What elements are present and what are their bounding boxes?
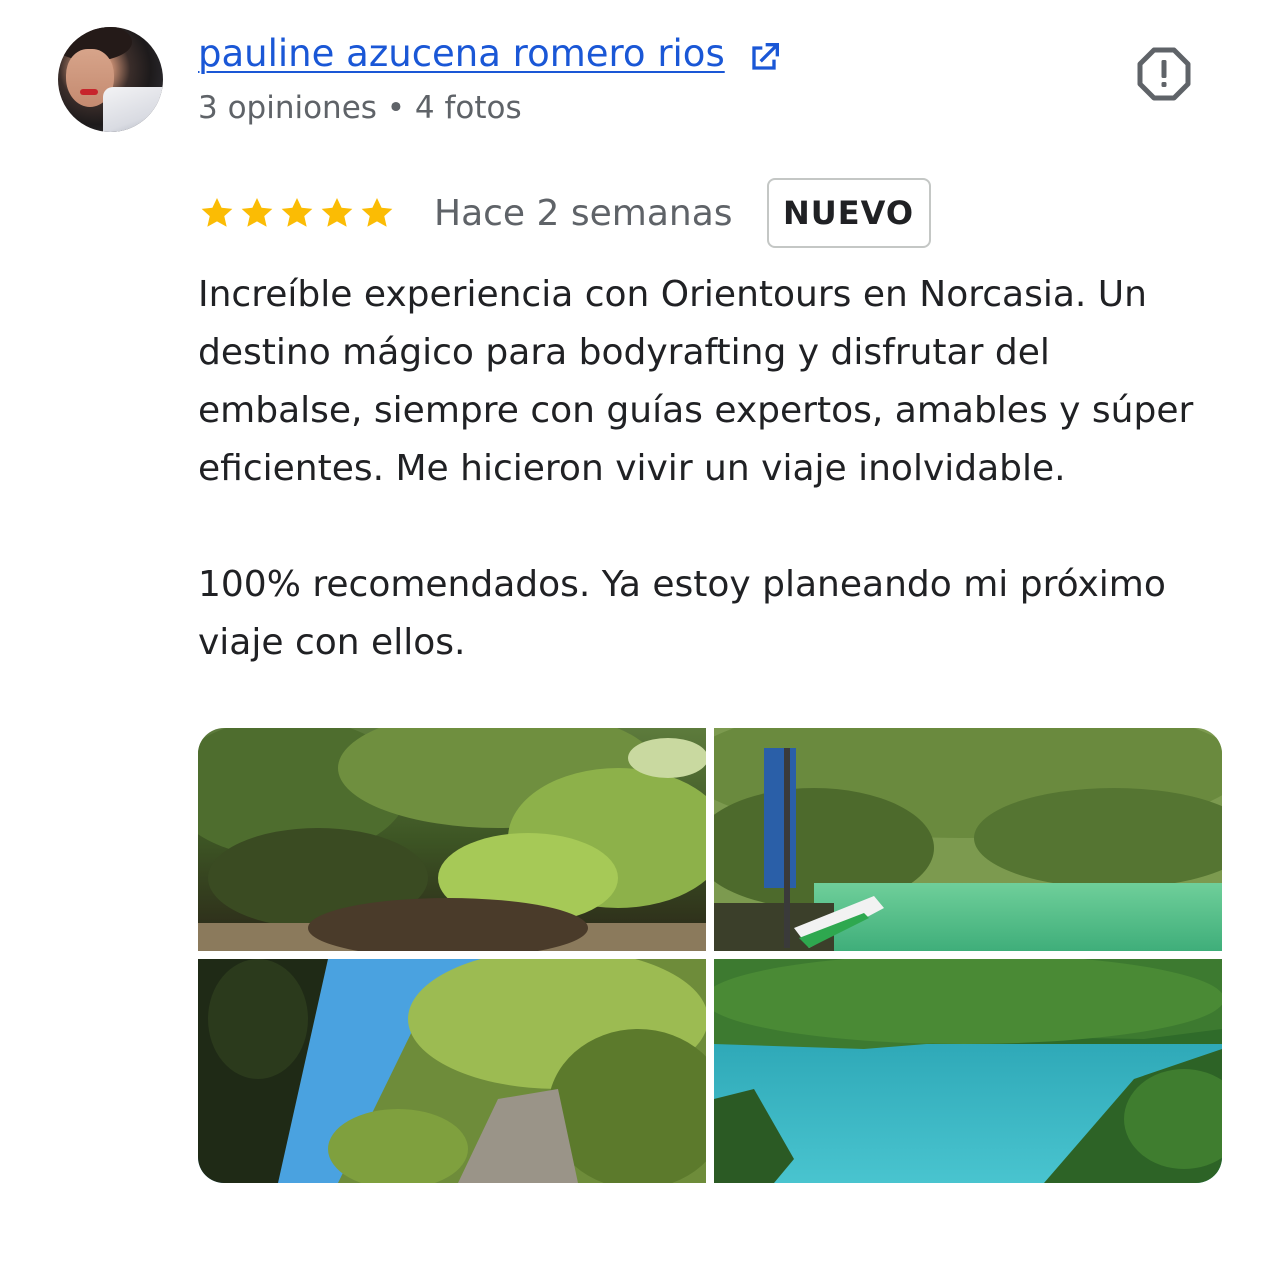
rating-row: Hace 2 semanas NUEVO xyxy=(198,176,931,250)
star-icon xyxy=(361,197,393,227)
report-icon[interactable] xyxy=(1136,46,1192,102)
review-time: Hace 2 semanas xyxy=(434,192,733,234)
author-meta: 3 opiniones • 4 fotos xyxy=(198,90,522,126)
review-photo-1[interactable] xyxy=(198,728,706,951)
avatar[interactable] xyxy=(58,27,163,132)
review-photo-2[interactable] xyxy=(714,728,1222,951)
star-icon xyxy=(241,197,273,227)
avatar-shirt xyxy=(103,87,163,132)
review-photos xyxy=(198,728,1222,1183)
review-text: Increíble experiencia con Orientours en … xyxy=(198,266,1208,672)
star-icon xyxy=(281,197,313,227)
review-photo-4[interactable] xyxy=(714,959,1222,1183)
author-name-link[interactable]: pauline azucena romero rios xyxy=(198,30,725,78)
new-badge: NUEVO xyxy=(766,178,931,248)
review-paragraph-2: 100% recomendados. Ya estoy planeando mi… xyxy=(198,564,1166,663)
review-photo-3[interactable] xyxy=(198,959,706,1183)
star-icon xyxy=(321,197,353,227)
star-rating xyxy=(198,194,396,232)
star-icon xyxy=(201,197,233,227)
open-in-new-icon[interactable] xyxy=(744,38,784,78)
review-paragraph-1: Increíble experiencia con Orientours en … xyxy=(198,274,1194,489)
avatar-lips xyxy=(80,89,98,95)
